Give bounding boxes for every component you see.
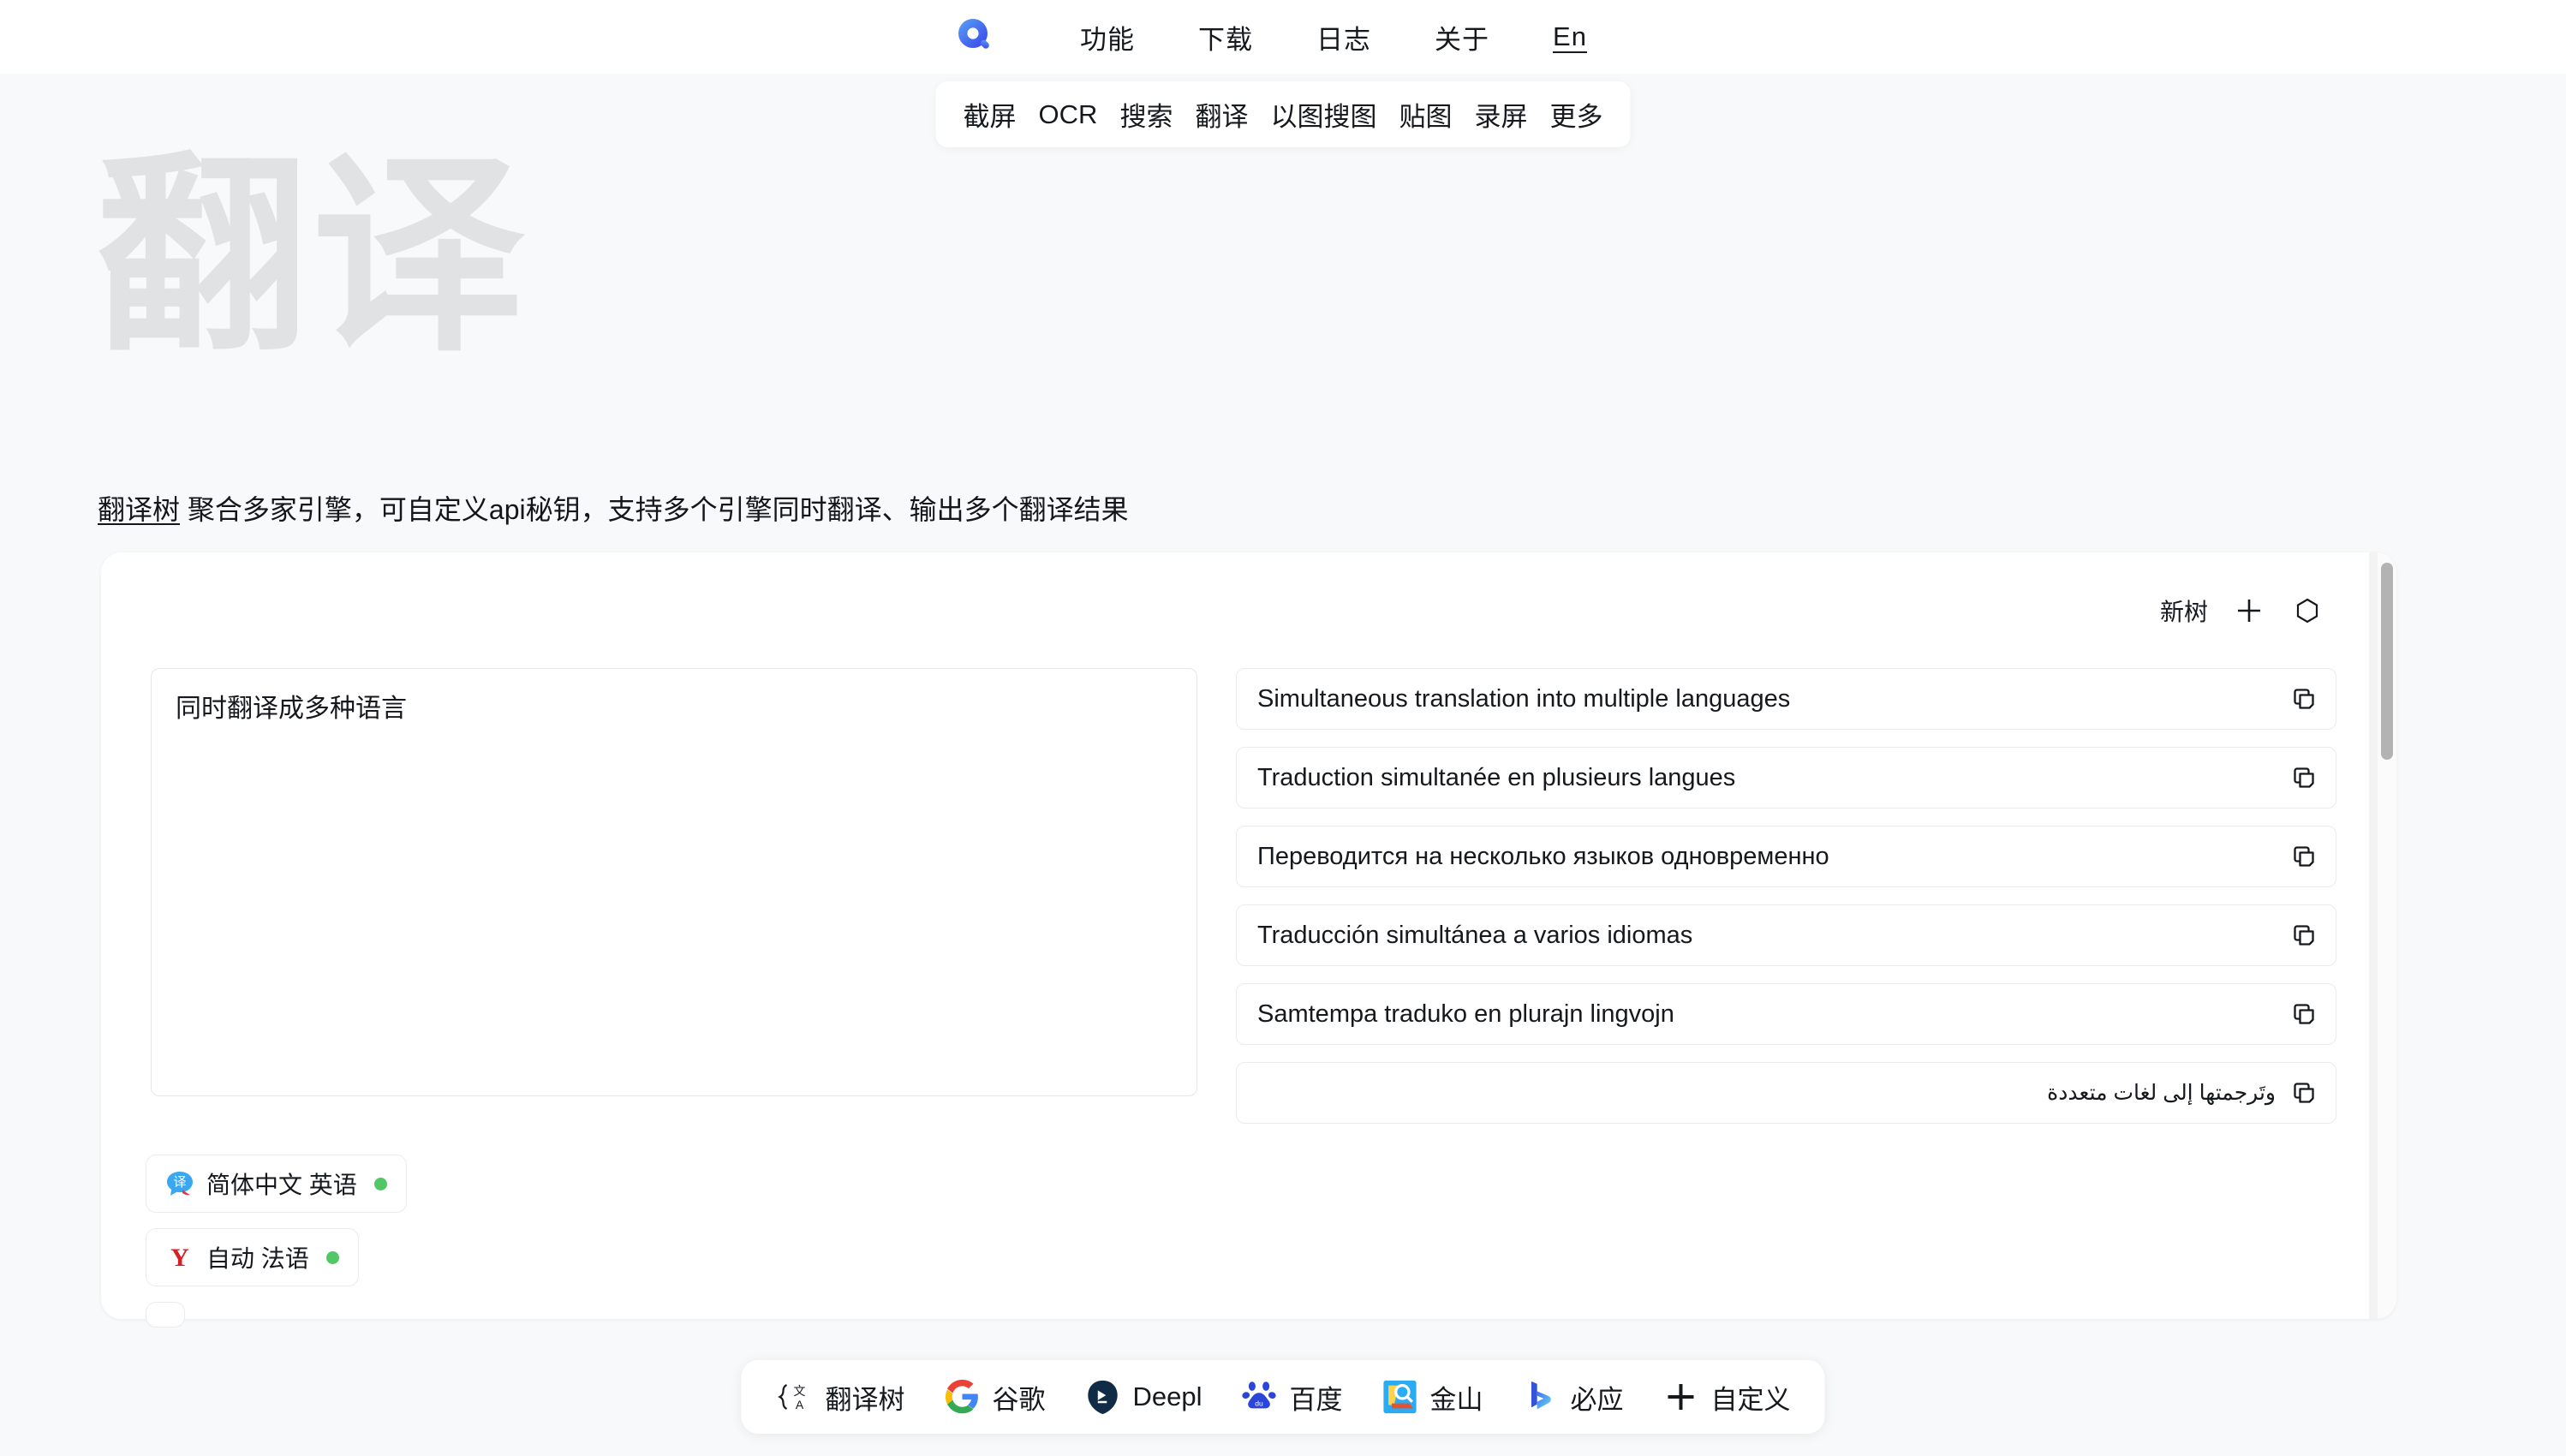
engine-label: 必应 xyxy=(1570,1384,1624,1415)
copy-button[interactable] xyxy=(2289,842,2318,871)
copy-icon xyxy=(2294,1004,2314,1024)
fanyi-bubble-icon: 译 xyxy=(167,1172,193,1196)
translation-results-list: Simultaneous translation into multiple l… xyxy=(1236,668,2336,1141)
translation-result-row[interactable]: Simultaneous translation into multiple l… xyxy=(1236,668,2336,730)
copy-button[interactable] xyxy=(2289,1078,2318,1107)
engine-label: 谷歌 xyxy=(992,1384,1046,1415)
copy-icon xyxy=(2294,846,2314,867)
hero-brand-name[interactable]: 翻译树 xyxy=(98,494,180,525)
language-pair-chip-partial[interactable] xyxy=(146,1302,185,1328)
scroll-gutter xyxy=(2369,552,2378,1319)
source-text-value: 同时翻译成多种语言 xyxy=(176,695,407,723)
engine-label: Deepl xyxy=(1132,1381,1202,1411)
subnav-item-screen-record[interactable]: 录屏 xyxy=(1474,95,1527,134)
card-scrollbar-thumb[interactable] xyxy=(2381,563,2393,760)
language-pair-label: 自动 法语 xyxy=(206,1245,309,1272)
app-logo[interactable] xyxy=(947,9,1002,64)
subnav-item-search[interactable]: 搜索 xyxy=(1119,95,1173,134)
engine-selector-bar: 文 A 翻译树 谷歌 Deepl du 百度 金山 必应 自定义 xyxy=(741,1360,1825,1434)
subnav-item-ocr[interactable]: OCR xyxy=(1039,99,1098,130)
add-button[interactable] xyxy=(2232,594,2266,628)
nav-items-container: 功能 下载 日志 关于 En xyxy=(947,9,1619,64)
bing-icon xyxy=(1521,1377,1560,1417)
jinshan-icon xyxy=(1381,1377,1420,1417)
yandex-y-icon: Y xyxy=(170,1244,189,1272)
hero-description-text: 聚合多家引擎，可自定义api秘钥，支持多个引擎同时翻译、输出多个翻译结果 xyxy=(180,494,1129,525)
engine-jinshan[interactable]: 金山 xyxy=(1381,1377,1483,1417)
subnav-item-more[interactable]: 更多 xyxy=(1549,95,1602,134)
svg-text:译: 译 xyxy=(173,1175,186,1190)
translation-result-text: Traduction simultanée en plusieurs langu… xyxy=(1257,763,1736,791)
engine-google[interactable]: 谷歌 xyxy=(943,1377,1046,1417)
feature-subnav: 截屏 OCR 搜索 翻译 以图搜图 贴图 录屏 更多 xyxy=(935,81,1631,147)
plus-icon xyxy=(1662,1377,1701,1417)
translation-result-text: Traducción simultánea a varios idiomas xyxy=(1257,921,1693,949)
hero-watermark-text: 翻译 xyxy=(96,137,528,375)
engine-label: 金山 xyxy=(1429,1384,1483,1415)
hero-description: 翻译树 聚合多家引擎，可自定义api秘钥，支持多个引擎同时翻译、输出多个翻译结果 xyxy=(98,488,1129,528)
subnav-item-image-search[interactable]: 以图搜图 xyxy=(1270,95,1376,134)
google-icon xyxy=(943,1377,982,1417)
copy-icon xyxy=(2294,689,2314,709)
deepl-icon xyxy=(1083,1377,1123,1417)
svg-text:du: du xyxy=(1255,1399,1263,1408)
translation-result-text: Simultaneous translation into multiple l… xyxy=(1257,684,1791,713)
svg-text:A: A xyxy=(796,1398,804,1411)
copy-icon xyxy=(2294,925,2314,946)
translation-result-row[interactable]: وتَرجمتها إلى لغات متعددة xyxy=(1236,1062,2336,1124)
language-pair-chip[interactable]: 译 简体中文 英语 xyxy=(146,1155,407,1213)
subnav-item-sticker[interactable]: 贴图 xyxy=(1399,95,1452,134)
engine-baidu[interactable]: du 百度 xyxy=(1240,1377,1343,1417)
nav-features[interactable]: 功能 xyxy=(1048,18,1167,57)
svg-text:Y: Y xyxy=(170,1244,189,1272)
translation-result-row[interactable]: Traduction simultanée en plusieurs langu… xyxy=(1236,747,2336,809)
translation-result-text: Переводится на несколько языков одноврем… xyxy=(1257,842,1829,870)
nav-changelog[interactable]: 日志 xyxy=(1285,18,1403,57)
top-navigation-bar: 功能 下载 日志 关于 En xyxy=(0,0,2566,74)
copy-button[interactable] xyxy=(2289,1000,2318,1029)
status-indicator-dot xyxy=(325,1250,339,1264)
translation-result-row[interactable]: Samtempa traduko en plurajn lingvojn xyxy=(1236,983,2336,1045)
card-scrollbar[interactable] xyxy=(2378,552,2396,1319)
hexagon-settings-button[interactable] xyxy=(2290,594,2324,628)
card-toolbar: 新树 xyxy=(2160,594,2324,628)
subnav-item-translate[interactable]: 翻译 xyxy=(1195,95,1248,134)
nav-about[interactable]: 关于 xyxy=(1403,18,1521,57)
copy-icon xyxy=(2294,767,2314,788)
hexagon-icon xyxy=(2296,598,2318,624)
nav-language-switch[interactable]: En xyxy=(1521,21,1619,52)
language-pair-chip[interactable]: Y 自动 法语 xyxy=(146,1228,359,1286)
new-tree-button[interactable]: 新树 xyxy=(2160,594,2208,628)
translation-result-row[interactable]: Переводится на несколько языков одноврем… xyxy=(1236,826,2336,887)
engine-custom[interactable]: 自定义 xyxy=(1662,1377,1791,1417)
nav-download[interactable]: 下载 xyxy=(1167,18,1285,57)
status-indicator-dot xyxy=(373,1177,387,1190)
translation-result-row[interactable]: Traducción simultánea a varios idiomas xyxy=(1236,904,2336,966)
engine-fanyishu[interactable]: 文 A 翻译树 xyxy=(776,1377,905,1417)
q-search-logo-icon xyxy=(958,19,989,49)
language-pair-chips: 译 简体中文 英语 Y 自动 法语 xyxy=(146,1155,488,1347)
fanyishu-icon: 文 A xyxy=(776,1377,815,1417)
plus-icon xyxy=(2238,600,2260,622)
language-pair-label: 简体中文 英语 xyxy=(206,1172,357,1198)
svg-text:文: 文 xyxy=(794,1384,806,1398)
baidu-icon: du xyxy=(1240,1377,1280,1417)
subnav-item-screenshot[interactable]: 截屏 xyxy=(964,95,1017,134)
translation-result-text: وتَرجمتها إلى لغات متعددة xyxy=(2047,1081,2276,1105)
engine-label: 百度 xyxy=(1289,1384,1343,1415)
copy-button[interactable] xyxy=(2289,684,2318,713)
copy-icon xyxy=(2294,1083,2314,1103)
copy-button[interactable] xyxy=(2289,921,2318,950)
engine-label: 翻译树 xyxy=(825,1384,905,1415)
engine-bing[interactable]: 必应 xyxy=(1521,1377,1624,1417)
translation-result-text: Samtempa traduko en plurajn lingvojn xyxy=(1257,1000,1674,1028)
copy-button[interactable] xyxy=(2289,763,2318,792)
engine-label: 自定义 xyxy=(1710,1384,1791,1415)
engine-deepl[interactable]: Deepl xyxy=(1083,1377,1202,1417)
source-text-input[interactable]: 同时翻译成多种语言 xyxy=(151,668,1197,1096)
